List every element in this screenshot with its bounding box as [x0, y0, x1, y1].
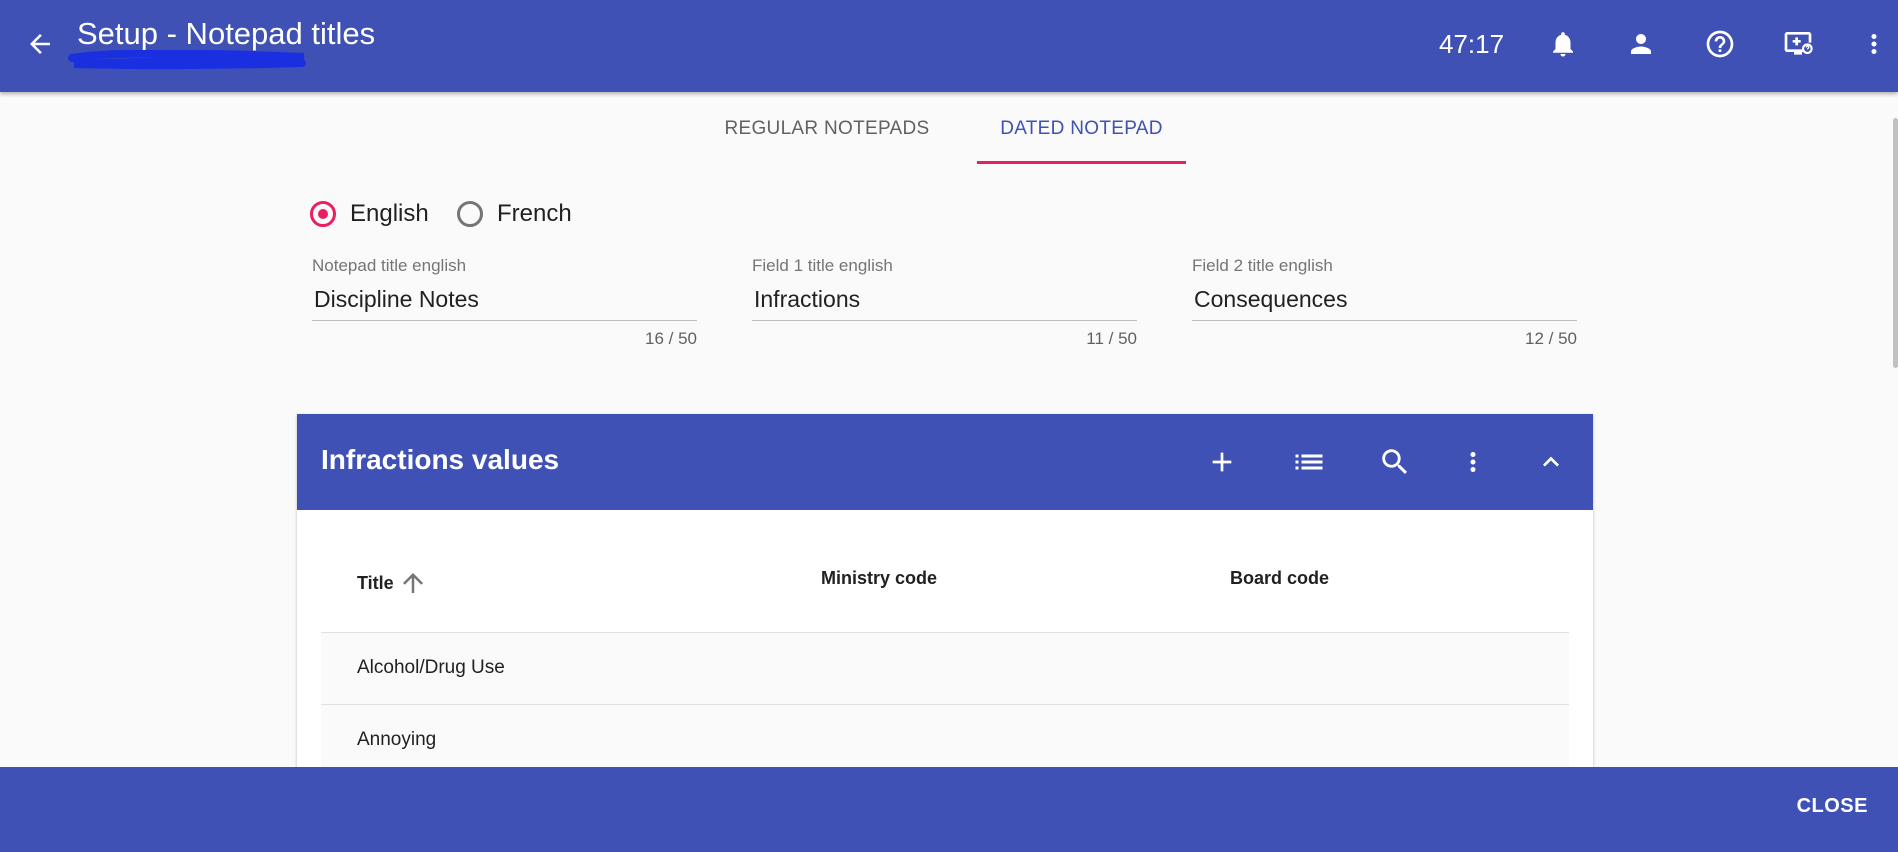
tab-label: REGULAR NOTEPADS: [724, 118, 930, 139]
field2-title-field: Field 2 title english Consequences 12 / …: [1192, 256, 1577, 349]
radio-label: French: [497, 200, 572, 227]
help-button[interactable]: [1698, 22, 1742, 66]
screen-share-icon: [1784, 32, 1813, 55]
redaction-scribble: [68, 50, 306, 70]
char-counter: 16 / 50: [645, 329, 697, 348]
radio-checked-icon: [310, 201, 336, 227]
card-header: Infractions values: [297, 414, 1593, 510]
column-header-title[interactable]: Title: [357, 568, 428, 598]
radio-label: English: [350, 200, 429, 227]
chevron-up-icon: [1543, 456, 1559, 467]
field-label: Notepad title english: [312, 256, 467, 275]
field2-title-input[interactable]: Consequences: [1192, 286, 1577, 321]
field-label: Field 2 title english: [1192, 256, 1333, 275]
app-bar: Setup - Notepad titles 47:17: [0, 0, 1898, 92]
search-button[interactable]: [1371, 438, 1419, 486]
remote-support-button[interactable]: [1776, 22, 1820, 66]
back-arrow-icon: [30, 34, 50, 54]
list-icon: [1295, 454, 1323, 470]
field-label: Field 1 title english: [752, 256, 893, 275]
values-table: Title Ministry code Board code Alcohol/D…: [321, 510, 1569, 777]
person-icon: [1631, 34, 1651, 54]
table-header: Title Ministry code Board code: [321, 510, 1569, 633]
column-label: Ministry code: [821, 568, 938, 588]
row-title: Annoying: [357, 729, 437, 750]
notepad-title-input[interactable]: Discipline Notes: [312, 286, 697, 321]
dialog-footer: CLOSE: [0, 767, 1898, 852]
add-button[interactable]: [1198, 438, 1246, 486]
notepad-title-field: Notepad title english Discipline Notes 1…: [312, 256, 697, 349]
more-options-button[interactable]: [1852, 22, 1896, 66]
back-button[interactable]: [18, 22, 62, 66]
search-icon: [1382, 449, 1408, 475]
bell-icon: [1553, 32, 1573, 57]
table-row[interactable]: Alcohol/Drug Use: [321, 633, 1569, 705]
radio-english[interactable]: English: [310, 196, 429, 232]
tab-label: DATED NOTEPAD: [1000, 118, 1163, 139]
close-button[interactable]: CLOSE: [1797, 795, 1868, 818]
card-title: Infractions values: [321, 444, 560, 475]
column-header-ministry-code[interactable]: Ministry code: [821, 568, 937, 589]
session-timer: 47:17: [1439, 29, 1505, 59]
column-label: Title: [357, 572, 394, 593]
row-title: Alcohol/Drug Use: [357, 657, 505, 678]
add-icon: [1212, 452, 1232, 472]
sort-arrow-up-icon: [402, 573, 423, 593]
char-counter: 12 / 50: [1525, 329, 1577, 348]
field1-title-field: Field 1 title english Infractions 11 / 5…: [752, 256, 1137, 349]
more-vert-icon: [1470, 452, 1476, 472]
notifications-button[interactable]: [1541, 22, 1585, 66]
char-counter: 11 / 50: [1086, 329, 1137, 348]
page-title: Setup - Notepad titles: [77, 16, 376, 51]
list-view-button[interactable]: [1285, 438, 1333, 486]
more-vert-icon: [1871, 34, 1877, 54]
tab-dated-notepad[interactable]: DATED NOTEPAD: [977, 104, 1186, 164]
collapse-button[interactable]: [1527, 438, 1575, 486]
column-label: Board code: [1230, 568, 1330, 588]
tab-regular-notepads[interactable]: REGULAR NOTEPADS: [707, 104, 947, 164]
account-button[interactable]: [1619, 22, 1663, 66]
radio-unchecked-icon: [457, 201, 483, 227]
page-scrollbar[interactable]: [1893, 118, 1898, 368]
field1-title-input[interactable]: Infractions: [752, 286, 1137, 321]
help-icon: [1706, 30, 1734, 58]
card-more-button[interactable]: [1449, 438, 1497, 486]
column-header-board-code[interactable]: Board code: [1230, 568, 1329, 589]
radio-french[interactable]: French: [457, 196, 572, 232]
